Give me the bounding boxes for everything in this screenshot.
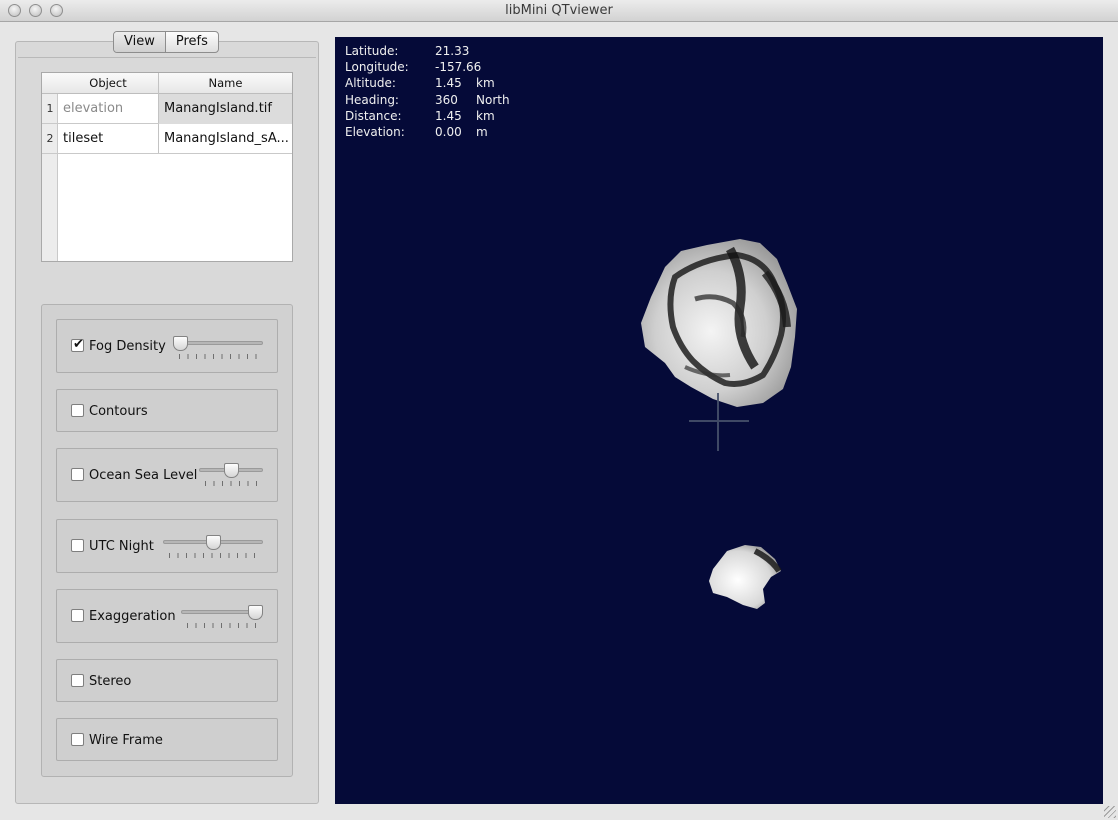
table-row[interactable]: 1 elevation ManangIsland.tif	[42, 94, 292, 124]
row-number: 2	[46, 132, 54, 145]
contours-label: Contours	[89, 404, 148, 419]
table-row[interactable]: 2 tileset ManangIsland_sA...	[42, 124, 292, 154]
fog-density-checkbox[interactable]: ✔	[71, 337, 84, 352]
view-prefs-tabs: View Prefs	[113, 31, 219, 53]
slider-ticks	[187, 623, 257, 628]
utc-night-checkbox[interactable]	[71, 539, 84, 552]
slider-knob[interactable]	[205, 535, 221, 550]
slider-ticks	[179, 354, 257, 359]
cell-object: elevation	[63, 101, 124, 116]
table-header: Object Name	[42, 73, 292, 94]
exaggeration-box: Exaggeration	[56, 589, 278, 643]
title-bar: libMini QTviewer	[0, 0, 1118, 22]
slider-ticks	[205, 481, 257, 486]
ocean-sea-level-slider[interactable]	[199, 463, 263, 487]
ocean-sea-level-checkbox[interactable]	[71, 468, 84, 481]
tab-prefs[interactable]: Prefs	[166, 32, 218, 52]
tab-view[interactable]: View	[114, 32, 166, 52]
fog-density-box: ✔ Fog Density	[56, 319, 278, 373]
cell-name: ManangIsland.tif	[159, 94, 292, 124]
checkmark-icon: ✔	[73, 337, 84, 352]
utc-night-slider[interactable]	[163, 535, 263, 559]
exaggeration-slider[interactable]	[181, 605, 263, 629]
stereo-label: Stereo	[89, 674, 132, 689]
resize-grip-icon[interactable]	[1104, 806, 1116, 818]
slider-ticks	[169, 553, 257, 558]
ocean-sea-level-box: Ocean Sea Level	[56, 448, 278, 502]
terrain-render	[641, 239, 797, 609]
utc-night-box: UTC Night	[56, 519, 278, 573]
exaggeration-label: Exaggeration	[89, 609, 176, 624]
fog-density-slider[interactable]	[173, 336, 263, 360]
tab-divider	[18, 57, 316, 58]
large-island	[641, 239, 797, 407]
column-header-object[interactable]: Object	[58, 76, 158, 90]
stereo-checkbox[interactable]	[71, 674, 84, 687]
utc-night-label: UTC Night	[89, 539, 154, 554]
slider-knob[interactable]	[248, 605, 263, 620]
window-title: libMini QTviewer	[505, 3, 613, 18]
cell-name: ManangIsland_sA...	[164, 131, 289, 146]
cell-object: tileset	[63, 131, 104, 146]
wire-frame-checkbox[interactable]	[71, 733, 84, 746]
stereo-box: Stereo	[56, 659, 278, 702]
wire-frame-box: Wire Frame	[56, 718, 278, 761]
column-header-name[interactable]: Name	[159, 76, 292, 90]
slider-knob[interactable]	[223, 463, 239, 478]
exaggeration-checkbox[interactable]	[71, 609, 84, 622]
contours-box: Contours	[56, 389, 278, 432]
contours-checkbox[interactable]	[71, 404, 84, 417]
terrain-viewport[interactable]: Latitude: 21.33 Longitude: -157.66 Altit…	[335, 37, 1103, 804]
ocean-sea-level-label: Ocean Sea Level	[89, 468, 198, 483]
fog-density-label: Fog Density	[89, 339, 166, 354]
object-table[interactable]: Object Name 1 elevation ManangIsland.tif…	[41, 72, 293, 262]
row-number: 1	[46, 102, 54, 115]
small-island	[709, 545, 782, 609]
wire-frame-label: Wire Frame	[89, 733, 163, 748]
slider-knob[interactable]	[173, 336, 188, 351]
